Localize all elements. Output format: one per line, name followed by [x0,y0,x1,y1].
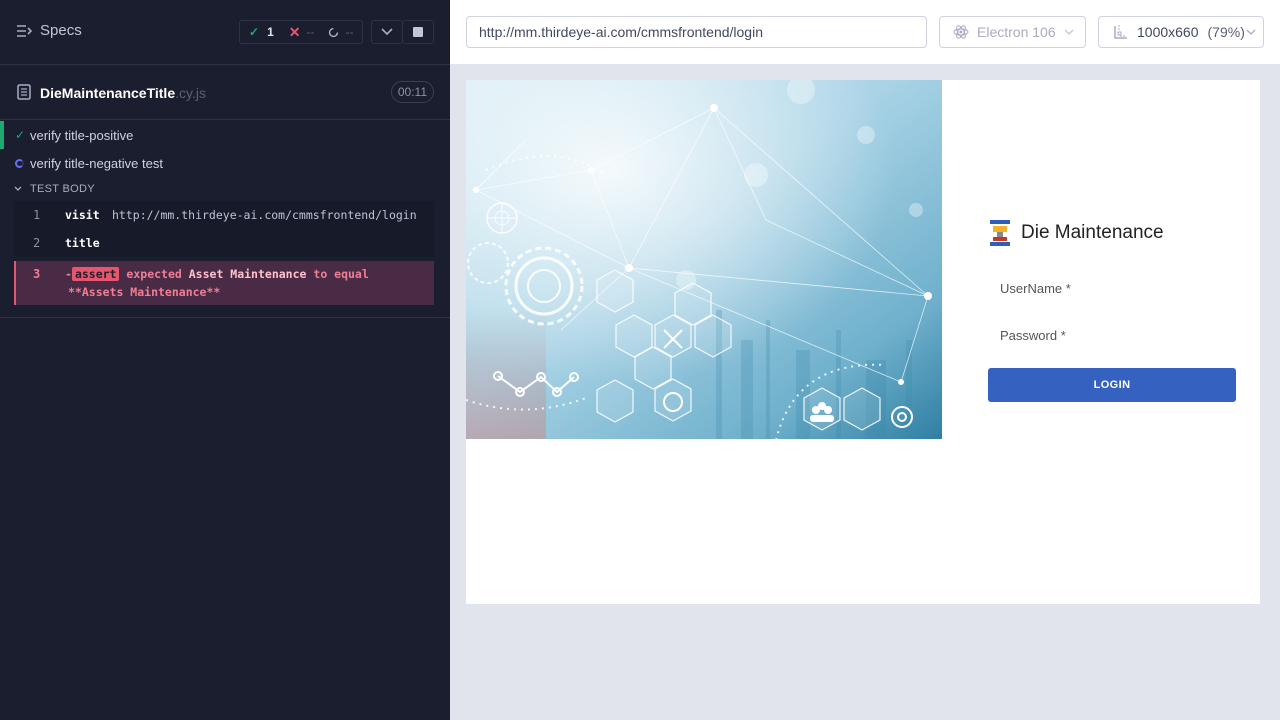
command-list: 1 visit http://mm.thirdeye-ai.com/cmmsfr… [14,201,434,305]
viewport-selector[interactable]: 1000x660 (79%) [1098,16,1264,48]
login-panel: Die Maintenance UserName * Password * LO… [942,80,1260,439]
divider [0,305,450,318]
failed-count: -- [306,25,315,39]
test-item-running[interactable]: verify title-negative test [0,149,450,177]
test-title: verify title-positive [30,127,134,143]
specs-list-icon [17,24,32,37]
pending-count: -- [345,25,354,39]
spec-duration: 00:11 [390,81,434,103]
aut-area: http://mm.thirdeye-ai.com/cmmsfrontend/l… [450,0,1280,720]
assert-badge: assert [71,267,120,281]
username-label: UserName * [1000,281,1071,296]
test-body-label: TEST BODY [30,183,95,195]
browser-selector[interactable]: Electron 106 [939,16,1086,48]
command-row[interactable]: 1 visit http://mm.thirdeye-ai.com/cmmsfr… [14,201,434,229]
spec-extension: .cy.js [175,85,206,101]
check-icon: ✓ [15,128,26,142]
msg-expected-value: Asset Maintenance [188,267,307,281]
login-button-label: LOGIN [1093,379,1131,391]
assert-message: - assert expected Asset Maintenance to eq… [65,267,369,281]
msg-actual-value: **Assets Maintenance** [68,285,221,299]
viewport-scale: (79%) [1207,24,1245,40]
msg-expected: expected [126,267,182,281]
expand-button[interactable] [371,20,403,44]
browser-label: Electron 106 [977,24,1056,40]
command-row[interactable]: 2 title [14,229,434,257]
brand-name: Die Maintenance [1021,222,1164,243]
brand: Die Maintenance [988,219,1164,247]
electron-icon [953,25,969,39]
password-field[interactable]: Password * [1000,328,1066,343]
username-field[interactable]: UserName * [1000,281,1071,296]
chevron-down-icon [14,184,22,194]
spec-filename: DieMaintenanceTitle.cy.js [40,85,206,101]
chevron-down-icon [1246,29,1256,35]
aut-header: http://mm.thirdeye-ai.com/cmmsfrontend/l… [450,0,1280,64]
x-icon: ✕ [288,23,301,40]
command-name: visit [65,208,100,222]
login-button[interactable]: LOGIN [988,368,1236,402]
stop-button[interactable] [402,20,434,44]
hero-illustration [466,80,942,439]
spec-name: DieMaintenanceTitle [40,85,176,101]
command-message: http://mm.thirdeye-ai.com/cmmsfrontend/l… [112,208,417,222]
die-logo-icon [990,220,1010,246]
ruler-icon [1114,25,1127,39]
test-item-passed[interactable]: ✓ verify title-positive [0,121,450,149]
stats-bar: ✓ 1 ✕ -- -- [239,20,363,44]
running-icon [15,156,24,171]
viewport-size: 1000x660 [1137,24,1199,40]
test-body-toggle[interactable]: TEST BODY [0,177,450,201]
check-icon: ✓ [249,25,260,39]
specs-label: Specs [40,22,82,39]
password-label: Password * [1000,328,1066,343]
passed-count: 1 [267,25,274,39]
specs-header: Specs ✓ 1 ✕ -- -- [0,0,450,65]
command-number: 3 [33,267,41,281]
chevron-down-icon [1064,29,1074,35]
command-log-panel: Specs ✓ 1 ✕ -- -- DieMaintenanceTitle.cy… [0,0,450,720]
specs-toggle[interactable]: Specs [16,22,82,39]
url-field[interactable]: http://mm.thirdeye-ai.com/cmmsfrontend/l… [466,16,927,48]
command-number: 1 [33,208,41,222]
command-row-failed[interactable]: 3 - assert expected Asset Maintenance to … [14,261,434,305]
pending-icon [328,27,339,38]
command-number: 2 [33,236,41,250]
app-viewport: Die Maintenance UserName * Password * LO… [466,80,1260,604]
stop-icon [413,27,423,37]
test-title: verify title-negative test [30,155,163,171]
spec-header: DieMaintenanceTitle.cy.js 00:11 [0,65,450,120]
chevron-down-icon [381,28,393,36]
msg-to-equal: to equal [313,267,369,281]
file-icon [17,84,31,100]
command-name: title [65,236,100,250]
url-text: http://mm.thirdeye-ai.com/cmmsfrontend/l… [479,24,763,40]
assert-prefix: - [65,267,72,281]
